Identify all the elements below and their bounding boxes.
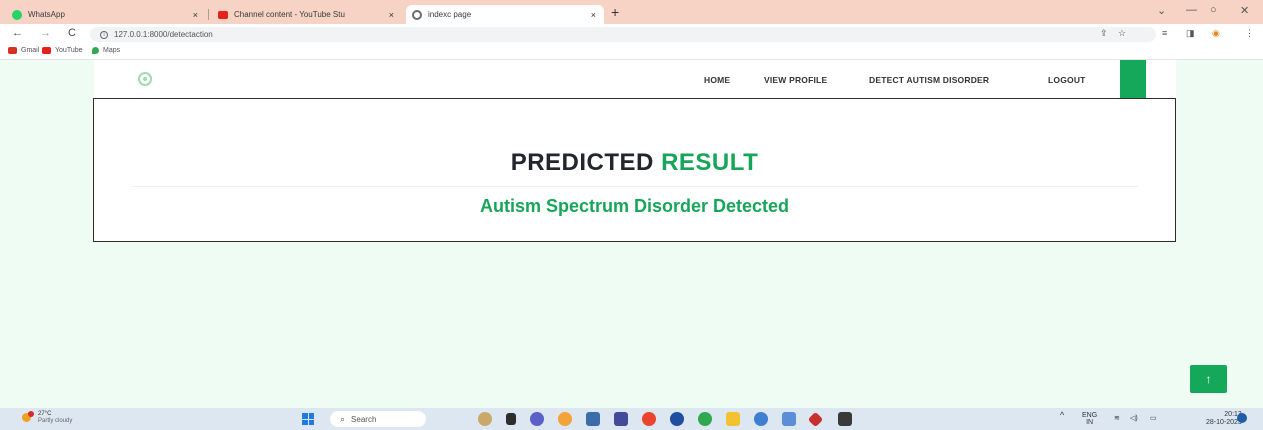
chrome-profile-icon[interactable] [754, 412, 768, 426]
prediction-result: Autism Spectrum Disorder Detected [479, 196, 790, 216]
page-title: PREDICTED RESULT [94, 149, 1175, 177]
site-logo[interactable] [138, 72, 152, 86]
tab-title: Channel content - YouTube Stu [234, 10, 345, 19]
maps-pin-icon [92, 47, 99, 54]
whatsapp-icon [12, 9, 22, 20]
notification-icon[interactable] [1237, 413, 1247, 423]
weather-temp: 27°C [38, 411, 52, 417]
globe-icon [412, 9, 422, 20]
tray-chevron-icon[interactable]: ^ [1060, 411, 1064, 420]
chat-icon[interactable] [530, 412, 544, 426]
nav-home[interactable]: HOME [704, 75, 730, 85]
file-explorer-icon[interactable] [726, 412, 740, 426]
restore-button[interactable]: ○ [1210, 4, 1217, 16]
browser-toolbar: ← → C i 127.0.0.1:8000/detectaction ⇪ ☆ … [0, 24, 1263, 44]
site-navbar: HOME VIEW PROFILE DETECT AUTISM DISORDER… [94, 60, 1176, 98]
bookmark-label: Maps [103, 47, 121, 54]
app-icon[interactable] [670, 412, 684, 426]
tab-close-button[interactable]: × [193, 10, 198, 20]
volume-icon[interactable]: ◁) [1130, 415, 1138, 422]
youtube-icon [42, 47, 51, 54]
close-window-button[interactable]: ✕ [1240, 4, 1249, 17]
tab-close-button[interactable]: × [389, 10, 394, 20]
title-prefix: PREDICTED [510, 149, 654, 176]
taskbar: 27°C Partly cloudy ⌕ Search ^ ENG IN ≋ ◁… [0, 408, 1263, 430]
taskbar-search[interactable]: ⌕ Search [330, 411, 426, 427]
weather-icon [22, 411, 34, 423]
battery-icon[interactable]: ▭ [1150, 415, 1157, 422]
nav-view-profile[interactable]: VIEW PROFILE [764, 75, 827, 85]
page-viewport: HOME VIEW PROFILE DETECT AUTISM DISORDER… [0, 60, 1263, 408]
nav-logout[interactable]: LOGOUT [1048, 75, 1086, 85]
edge-icon[interactable] [698, 412, 712, 426]
weather-desc: Partly cloudy [38, 418, 73, 424]
weather-widget[interactable]: 27°C Partly cloudy [22, 411, 72, 425]
tab-title: indexc page [428, 10, 472, 19]
tab-indexc-page[interactable]: indexc page × [406, 5, 604, 24]
tab-separator [208, 9, 209, 20]
store-icon[interactable] [586, 412, 600, 426]
menu-icon[interactable]: ⋮ [1245, 28, 1254, 39]
tab-search-chevron-icon[interactable]: ⌄ [1157, 4, 1166, 17]
tab-whatsapp[interactable]: WhatsApp × [6, 5, 206, 24]
task-view-icon[interactable] [506, 413, 516, 425]
forward-button[interactable]: → [40, 27, 51, 39]
divider [132, 186, 1138, 187]
bookmark-star-icon[interactable]: ☆ [1118, 28, 1126, 39]
nav-detect-autism-disorder[interactable]: DETECT AUTISM DISORDER [869, 75, 989, 85]
site-info-icon[interactable]: i [100, 30, 108, 39]
search-placeholder: Search [351, 414, 377, 424]
address-bar[interactable]: i 127.0.0.1:8000/detectaction [90, 27, 1156, 42]
gmail-icon [8, 47, 17, 54]
language-indicator[interactable]: ENG IN [1082, 412, 1097, 426]
language-region: IN [1086, 419, 1094, 426]
url-text: 127.0.0.1:8000/detectaction [114, 30, 213, 39]
tab-title: WhatsApp [28, 10, 65, 19]
bookmark-label: YouTube [55, 47, 83, 54]
back-to-top-button[interactable]: ↑ [1190, 365, 1227, 393]
nav-accent-bar [1120, 60, 1146, 98]
tab-close-button[interactable]: × [591, 10, 596, 20]
wifi-icon[interactable]: ≋ [1114, 415, 1120, 422]
side-panel-icon[interactable]: ◨ [1186, 28, 1195, 39]
bookmark-gmail[interactable]: Gmail [8, 47, 39, 54]
share-icon[interactable]: ⇪ [1100, 28, 1108, 39]
new-tab-button[interactable]: + [611, 5, 619, 19]
photos-icon[interactable] [782, 412, 796, 426]
git-icon[interactable] [807, 411, 824, 428]
reading-list-icon[interactable]: ≡ [1162, 28, 1167, 38]
windows-start-icon[interactable] [302, 413, 314, 425]
app-icon[interactable] [614, 412, 628, 426]
back-button[interactable]: ← [12, 27, 23, 39]
youtube-icon [218, 10, 228, 19]
reload-button[interactable]: C [68, 27, 76, 39]
taskbar-app-icon[interactable] [478, 412, 492, 426]
search-app-icon[interactable] [558, 412, 572, 426]
search-icon: ⌕ [340, 413, 346, 424]
tab-youtube-studio[interactable]: Channel content - YouTube Stu × [212, 5, 402, 24]
chrome-icon[interactable] [642, 412, 656, 426]
bookmarks-bar: Gmail YouTube Maps [0, 44, 1263, 60]
language-code: ENG [1082, 412, 1098, 419]
bookmark-label: Gmail [21, 47, 40, 54]
profile-icon[interactable]: ◉ [1212, 28, 1220, 39]
result-panel: PREDICTED RESULT Autism Spectrum Disorde… [93, 98, 1176, 242]
minimize-button[interactable]: — [1186, 4, 1197, 16]
clock-date: 28-10-2023 [1206, 419, 1242, 426]
browser-tab-strip: WhatsApp × Channel content - YouTube Stu… [0, 0, 1263, 24]
bookmark-maps[interactable]: Maps [92, 47, 120, 54]
bookmark-youtube[interactable]: YouTube [42, 47, 83, 54]
terminal-icon[interactable] [838, 412, 852, 426]
title-accent: RESULT [661, 149, 759, 176]
